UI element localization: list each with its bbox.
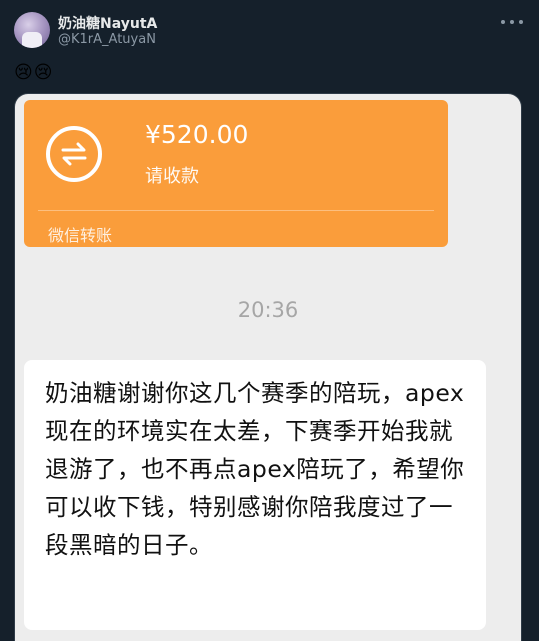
transfer-label: 微信转账: [48, 226, 113, 245]
more-icon[interactable]: [501, 13, 523, 31]
transfer-amount: ¥520.00: [145, 120, 249, 149]
transfer-card[interactable]: ¥520.00 请收款 微信转账: [24, 100, 448, 247]
transfer-status: 请收款: [145, 166, 199, 187]
chat-message-text: 奶油糖谢谢你这几个赛季的陪玩，apex现在的环境实在太差，下赛季开始我就退游了，…: [45, 379, 465, 559]
chat-message-bubble[interactable]: 奶油糖谢谢你这几个赛季的陪玩，apex现在的环境实在太差，下赛季开始我就退游了，…: [24, 360, 486, 630]
display-name[interactable]: 奶油糖NayutA: [58, 13, 157, 33]
transfer-arrows-icon: [46, 126, 102, 182]
attached-photo[interactable]: ¥520.00 请收款 微信转账 20:36 奶油糖谢谢你这几个赛季的陪玩，ap…: [14, 93, 522, 641]
message-timestamp: 20:36: [237, 298, 299, 322]
tweet-text: 😢😢: [14, 62, 54, 83]
avatar[interactable]: [14, 12, 50, 48]
user-handle[interactable]: @K1rA_AtuyaN: [58, 32, 156, 47]
card-divider: [38, 210, 434, 211]
